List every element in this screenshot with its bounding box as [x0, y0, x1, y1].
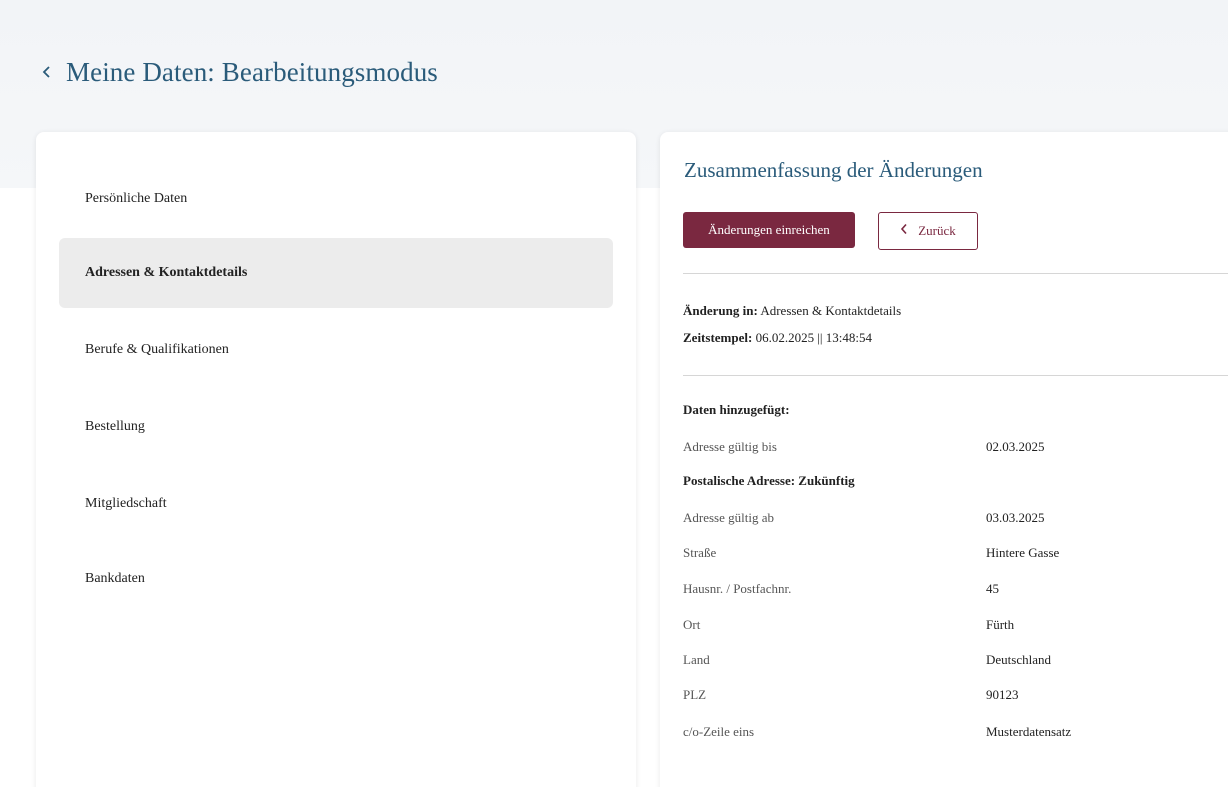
submit-changes-button[interactable]: Änderungen einreichen: [683, 212, 855, 248]
row-value: Fürth: [986, 617, 1015, 632]
added-data-heading: Daten hinzugefügt:: [683, 402, 790, 417]
sidebar-item-label: Berufe & Qualifikationen: [85, 342, 229, 357]
section-nav-card: Persönliche Daten Adressen & Kontaktdeta…: [36, 132, 636, 787]
sidebar-item-label: Bankdaten: [85, 571, 145, 586]
sidebar-item-bankdaten[interactable]: Bankdaten: [59, 544, 613, 614]
divider: [683, 273, 1228, 274]
row-label: Straße: [683, 545, 717, 560]
row-label: Hausnr. / Postfachnr.: [683, 581, 792, 596]
timestamp-line: Zeitstempel: 06.02.2025 || 13:48:54: [683, 330, 872, 346]
row-value: Hintere Gasse: [986, 545, 1060, 560]
change-in-label: Änderung in:: [683, 303, 758, 318]
row-value: 90123: [986, 687, 1019, 702]
sidebar-item-label: Persönliche Daten: [85, 191, 188, 206]
row-value: Deutschland: [986, 652, 1051, 667]
sidebar-item-persoenliche-daten[interactable]: Persönliche Daten: [59, 164, 613, 234]
timestamp-value: 06.02.2025 || 13:48:54: [755, 330, 872, 345]
page-header: Meine Daten: Bearbeitungsmodus: [40, 52, 438, 92]
chevron-left-icon[interactable]: [40, 60, 54, 84]
row-label: Land: [683, 652, 710, 667]
change-section-line: Änderung in: Adressen & Kontaktdetails: [683, 303, 901, 319]
sidebar-item-berufe[interactable]: Berufe & Qualifikationen: [59, 315, 613, 385]
sidebar-item-label: Mitgliedschaft: [85, 496, 167, 511]
sidebar-item-adressen[interactable]: Adressen & Kontaktdetails: [59, 238, 613, 308]
sidebar-item-label: Adressen & Kontaktdetails: [85, 265, 248, 280]
back-button[interactable]: Zurück: [878, 212, 978, 250]
sidebar-item-label: Bestellung: [85, 419, 145, 434]
row-label: Adresse gültig bis: [683, 439, 777, 454]
sidebar-item-mitgliedschaft[interactable]: Mitgliedschaft: [59, 469, 613, 539]
row-label: c/o-Zeile eins: [683, 724, 755, 739]
row-value: 03.03.2025: [986, 510, 1045, 525]
row-label: Ort: [683, 617, 701, 632]
row-value: 02.03.2025: [986, 439, 1045, 454]
row-label: PLZ: [683, 687, 707, 702]
row-value: Musterdatensatz: [986, 724, 1072, 739]
summary-title: Zusammenfassung der Änderungen: [684, 158, 983, 182]
chevron-left-icon: [900, 223, 908, 239]
change-in-value: Adressen & Kontaktdetails: [760, 303, 902, 318]
postal-address-subheading: Postalische Adresse: Zukünftig: [683, 473, 855, 488]
divider: [683, 375, 1228, 376]
sidebar-item-bestellung[interactable]: Bestellung: [59, 392, 613, 462]
timestamp-label: Zeitstempel:: [683, 330, 753, 345]
back-button-label: Zurück: [918, 223, 956, 238]
row-label: Adresse gültig ab: [683, 510, 774, 525]
row-value: 45: [986, 581, 999, 596]
summary-card: Zusammenfassung der Änderungen Änderunge…: [660, 132, 1228, 787]
page-title: Meine Daten: Bearbeitungsmodus: [66, 56, 438, 87]
